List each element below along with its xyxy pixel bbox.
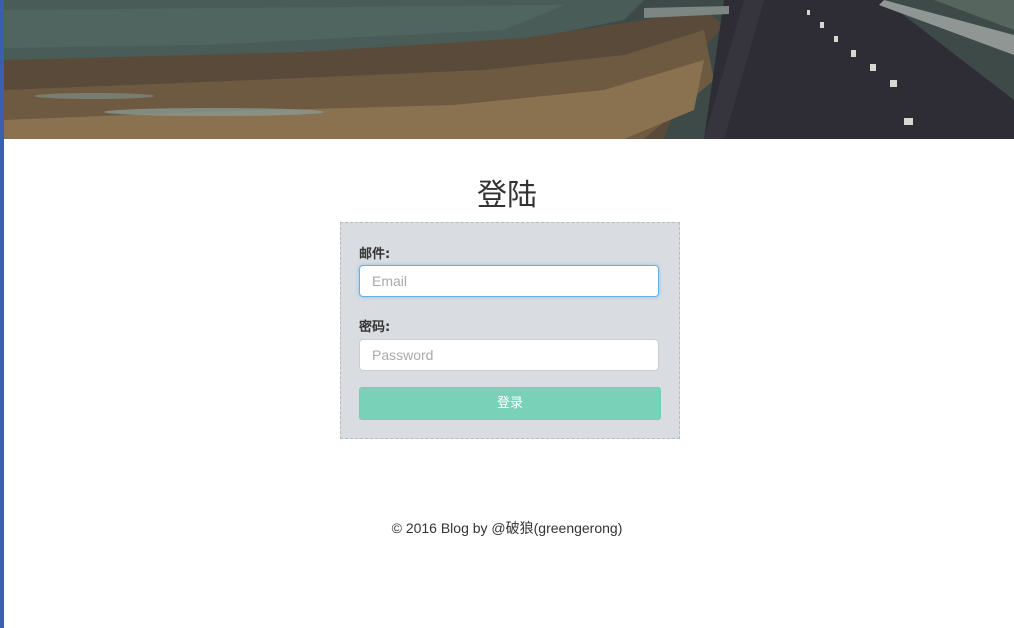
page-title: 登陆 (477, 178, 537, 213)
footer-copyright: © 2016 Blog by @破狼(greengerong) (391, 520, 623, 536)
login-form: 邮件: 密码: 登录 (340, 222, 680, 439)
password-label: 密码: (359, 320, 391, 335)
email-field[interactable] (359, 265, 659, 297)
password-field[interactable] (359, 339, 659, 371)
email-label: 邮件: (359, 247, 391, 262)
header-banner-image (4, 0, 1014, 139)
login-button[interactable]: 登录 (359, 387, 661, 420)
